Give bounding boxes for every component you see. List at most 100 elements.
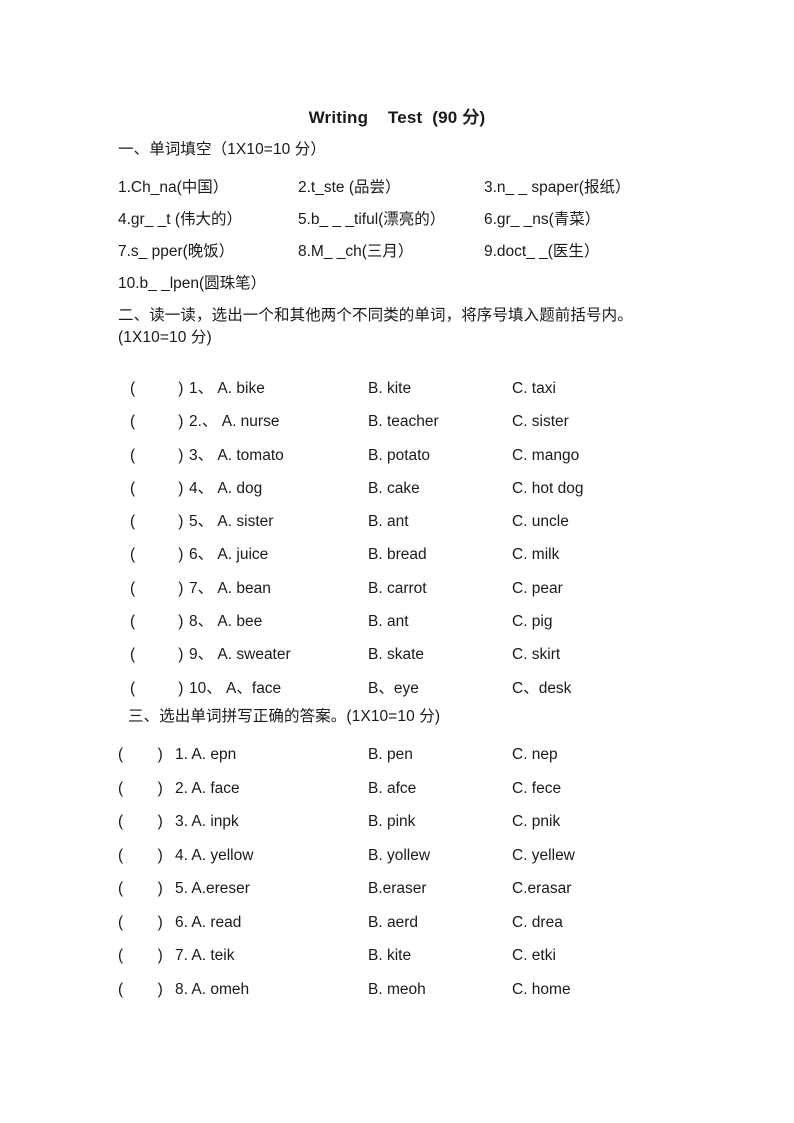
fill-blank-row: 4.gr_ _t (伟大的） 5.b_ _ _tiful(漂亮的） 6.gr_ _n… bbox=[118, 204, 718, 236]
answer-bracket[interactable]: ( ) bbox=[130, 405, 183, 438]
choice-row: ( ) 9、 A. sweater B. skate C. skirt bbox=[0, 638, 794, 671]
section-two-heading: 二、读一读，选出一个和其他两个不同类的单词，将序号填入题前括号内。 (1X10=… bbox=[118, 307, 642, 346]
fill-blank-item[interactable]: 9.doct_ _(医生） bbox=[484, 236, 599, 268]
worksheet-page: Writing Test (90 分) 一、单词填空（1X10=10 分） 1.… bbox=[0, 0, 794, 1123]
choice-option-c[interactable]: C. sister bbox=[512, 405, 569, 438]
choice-option-c[interactable]: C. etki bbox=[512, 939, 556, 973]
choice-option-c[interactable]: C. nep bbox=[512, 738, 558, 772]
choice-option-b[interactable]: B. skate bbox=[368, 638, 424, 671]
choice-option-a[interactable]: 1. A. epn bbox=[175, 738, 236, 772]
answer-bracket[interactable]: ( ) bbox=[118, 839, 163, 873]
answer-bracket[interactable]: ( ) bbox=[130, 672, 183, 705]
fill-blank-item[interactable]: 6.gr_ _ns(青菜） bbox=[484, 204, 600, 236]
choice-option-b[interactable]: B. afce bbox=[368, 772, 416, 806]
answer-bracket[interactable]: ( ) bbox=[118, 906, 163, 940]
fill-blank-item[interactable]: 4.gr_ _t (伟大的） bbox=[118, 204, 242, 236]
choice-option-b[interactable]: B. yollew bbox=[368, 839, 430, 873]
choice-option-c[interactable]: C. pnik bbox=[512, 805, 560, 839]
choice-row: ( ) 8、 A. bee B. ant C. pig bbox=[0, 605, 794, 638]
choice-option-b[interactable]: B. aerd bbox=[368, 906, 418, 940]
choice-option-a[interactable]: 3. A. inpk bbox=[175, 805, 239, 839]
answer-bracket[interactable]: ( ) bbox=[118, 973, 163, 1007]
choice-option-c[interactable]: C. milk bbox=[512, 538, 559, 571]
choice-option-c[interactable]: C. skirt bbox=[512, 638, 560, 671]
choice-row: ( ) 4. A. yellow B. yollew C. yellew bbox=[0, 839, 794, 873]
choice-option-b[interactable]: B. cake bbox=[368, 472, 420, 505]
choice-option-b[interactable]: B. pen bbox=[368, 738, 413, 772]
choice-option-a[interactable]: 4、 A. dog bbox=[189, 472, 262, 505]
fill-blank-item[interactable]: 10.b_ _lpen(圆珠笔） bbox=[118, 268, 266, 300]
choice-option-b[interactable]: B. carrot bbox=[368, 572, 427, 605]
answer-bracket[interactable]: ( ) bbox=[130, 439, 183, 472]
choice-option-a[interactable]: 9、 A. sweater bbox=[189, 638, 291, 671]
choice-option-a[interactable]: 1、 A. bike bbox=[189, 372, 265, 405]
answer-bracket[interactable]: ( ) bbox=[130, 605, 183, 638]
answer-bracket[interactable]: ( ) bbox=[118, 872, 163, 906]
choice-option-a[interactable]: 3、 A. tomato bbox=[189, 439, 284, 472]
choice-option-b[interactable]: B. ant bbox=[368, 505, 409, 538]
choice-option-b[interactable]: B. meoh bbox=[368, 973, 426, 1007]
choice-option-a[interactable]: 5、 A. sister bbox=[189, 505, 273, 538]
choice-option-b[interactable]: B. bread bbox=[368, 538, 427, 571]
choice-option-a[interactable]: 7. A. teik bbox=[175, 939, 234, 973]
choice-option-c[interactable]: C.erasar bbox=[512, 872, 571, 906]
choice-option-a[interactable]: 6、 A. juice bbox=[189, 538, 268, 571]
answer-bracket[interactable]: ( ) bbox=[130, 638, 183, 671]
answer-bracket[interactable]: ( ) bbox=[118, 772, 163, 806]
choice-option-c[interactable]: C. home bbox=[512, 973, 571, 1007]
choice-option-a[interactable]: 6. A. read bbox=[175, 906, 241, 940]
fill-blank-item[interactable]: 8.M_ _ch(三月） bbox=[298, 236, 413, 268]
choice-option-b[interactable]: B、eye bbox=[368, 672, 419, 705]
fill-blank-row: 7.s_ pper(晚饭） 8.M_ _ch(三月） 9.doct_ _(医生） bbox=[118, 236, 718, 268]
choice-option-c[interactable]: C. mango bbox=[512, 439, 579, 472]
choice-option-c[interactable]: C. fece bbox=[512, 772, 561, 806]
choice-option-b[interactable]: B. pink bbox=[368, 805, 415, 839]
choice-option-a[interactable]: 8、 A. bee bbox=[189, 605, 262, 638]
choice-option-c[interactable]: C、desk bbox=[512, 672, 571, 705]
fill-blank-item[interactable]: 1.Ch_na(中国） bbox=[118, 172, 228, 204]
answer-bracket[interactable]: ( ) bbox=[130, 538, 183, 571]
choice-option-b[interactable]: B.eraser bbox=[368, 872, 427, 906]
fill-blank-item[interactable]: 2.t_ste (品尝） bbox=[298, 172, 401, 204]
choice-row: ( ) 8. A. omeh B. meoh C. home bbox=[0, 973, 794, 1007]
section-two-items: ( ) 1、 A. bike B. kite C. taxi( ) 2.、 A. nur… bbox=[0, 372, 794, 705]
answer-bracket[interactable]: ( ) bbox=[118, 738, 163, 772]
page-title: Writing Test (90 分) bbox=[308, 108, 486, 127]
choice-option-a[interactable]: 4. A. yellow bbox=[175, 839, 253, 873]
choice-option-a[interactable]: 2.、 A. nurse bbox=[189, 405, 279, 438]
answer-bracket[interactable]: ( ) bbox=[118, 805, 163, 839]
section-three-items: ( ) 1. A. epn B. pen C. nep ( ) 2. A. face B. … bbox=[0, 738, 794, 1006]
fill-blank-row: 1.Ch_na(中国） 2.t_ste (品尝） 3.n_ _ spaper(报纸） bbox=[118, 172, 718, 204]
choice-option-b[interactable]: B. teacher bbox=[368, 405, 439, 438]
choice-option-c[interactable]: C. uncle bbox=[512, 505, 569, 538]
choice-row: ( ) 4、 A. dog B. cake C. hot dog bbox=[0, 472, 794, 505]
answer-bracket[interactable]: ( ) bbox=[130, 505, 183, 538]
answer-bracket[interactable]: ( ) bbox=[130, 572, 183, 605]
answer-bracket[interactable]: ( ) bbox=[130, 372, 183, 405]
choice-option-b[interactable]: B. kite bbox=[368, 939, 411, 973]
choice-option-a[interactable]: 8. A. omeh bbox=[175, 973, 249, 1007]
choice-option-b[interactable]: B. potato bbox=[368, 439, 430, 472]
section-one-heading: 一、单词填空（1X10=10 分） bbox=[118, 141, 326, 158]
choice-option-a[interactable]: 7、 A. bean bbox=[189, 572, 271, 605]
choice-option-b[interactable]: B. kite bbox=[368, 372, 411, 405]
choice-option-c[interactable]: C. hot dog bbox=[512, 472, 584, 505]
answer-bracket[interactable]: ( ) bbox=[130, 472, 183, 505]
choice-option-c[interactable]: C. drea bbox=[512, 906, 563, 940]
choice-option-c[interactable]: C. taxi bbox=[512, 372, 556, 405]
fill-blank-item[interactable]: 7.s_ pper(晚饭） bbox=[118, 236, 234, 268]
choice-option-a[interactable]: 5. A.ereser bbox=[175, 872, 250, 906]
choice-option-b[interactable]: B. ant bbox=[368, 605, 409, 638]
section-one-items: 1.Ch_na(中国） 2.t_ste (品尝） 3.n_ _ spaper(报纸）… bbox=[118, 172, 718, 300]
choice-option-a[interactable]: 2. A. face bbox=[175, 772, 240, 806]
section-three-heading: 三、选出单词拼写正确的答案。(1X10=10 分) bbox=[128, 708, 441, 725]
answer-bracket[interactable]: ( ) bbox=[118, 939, 163, 973]
choice-option-a[interactable]: 10、 A、face bbox=[189, 672, 281, 705]
choice-row: ( ) 10、 A、face B、eye C、desk bbox=[0, 672, 794, 705]
fill-blank-item[interactable]: 5.b_ _ _tiful(漂亮的） bbox=[298, 204, 445, 236]
choice-option-c[interactable]: C. pig bbox=[512, 605, 553, 638]
choice-option-c[interactable]: C. yellew bbox=[512, 839, 575, 873]
choice-option-c[interactable]: C. pear bbox=[512, 572, 563, 605]
choice-row: ( ) 7、 A. bean B. carrot C. pear bbox=[0, 572, 794, 605]
fill-blank-item[interactable]: 3.n_ _ spaper(报纸） bbox=[484, 172, 630, 204]
